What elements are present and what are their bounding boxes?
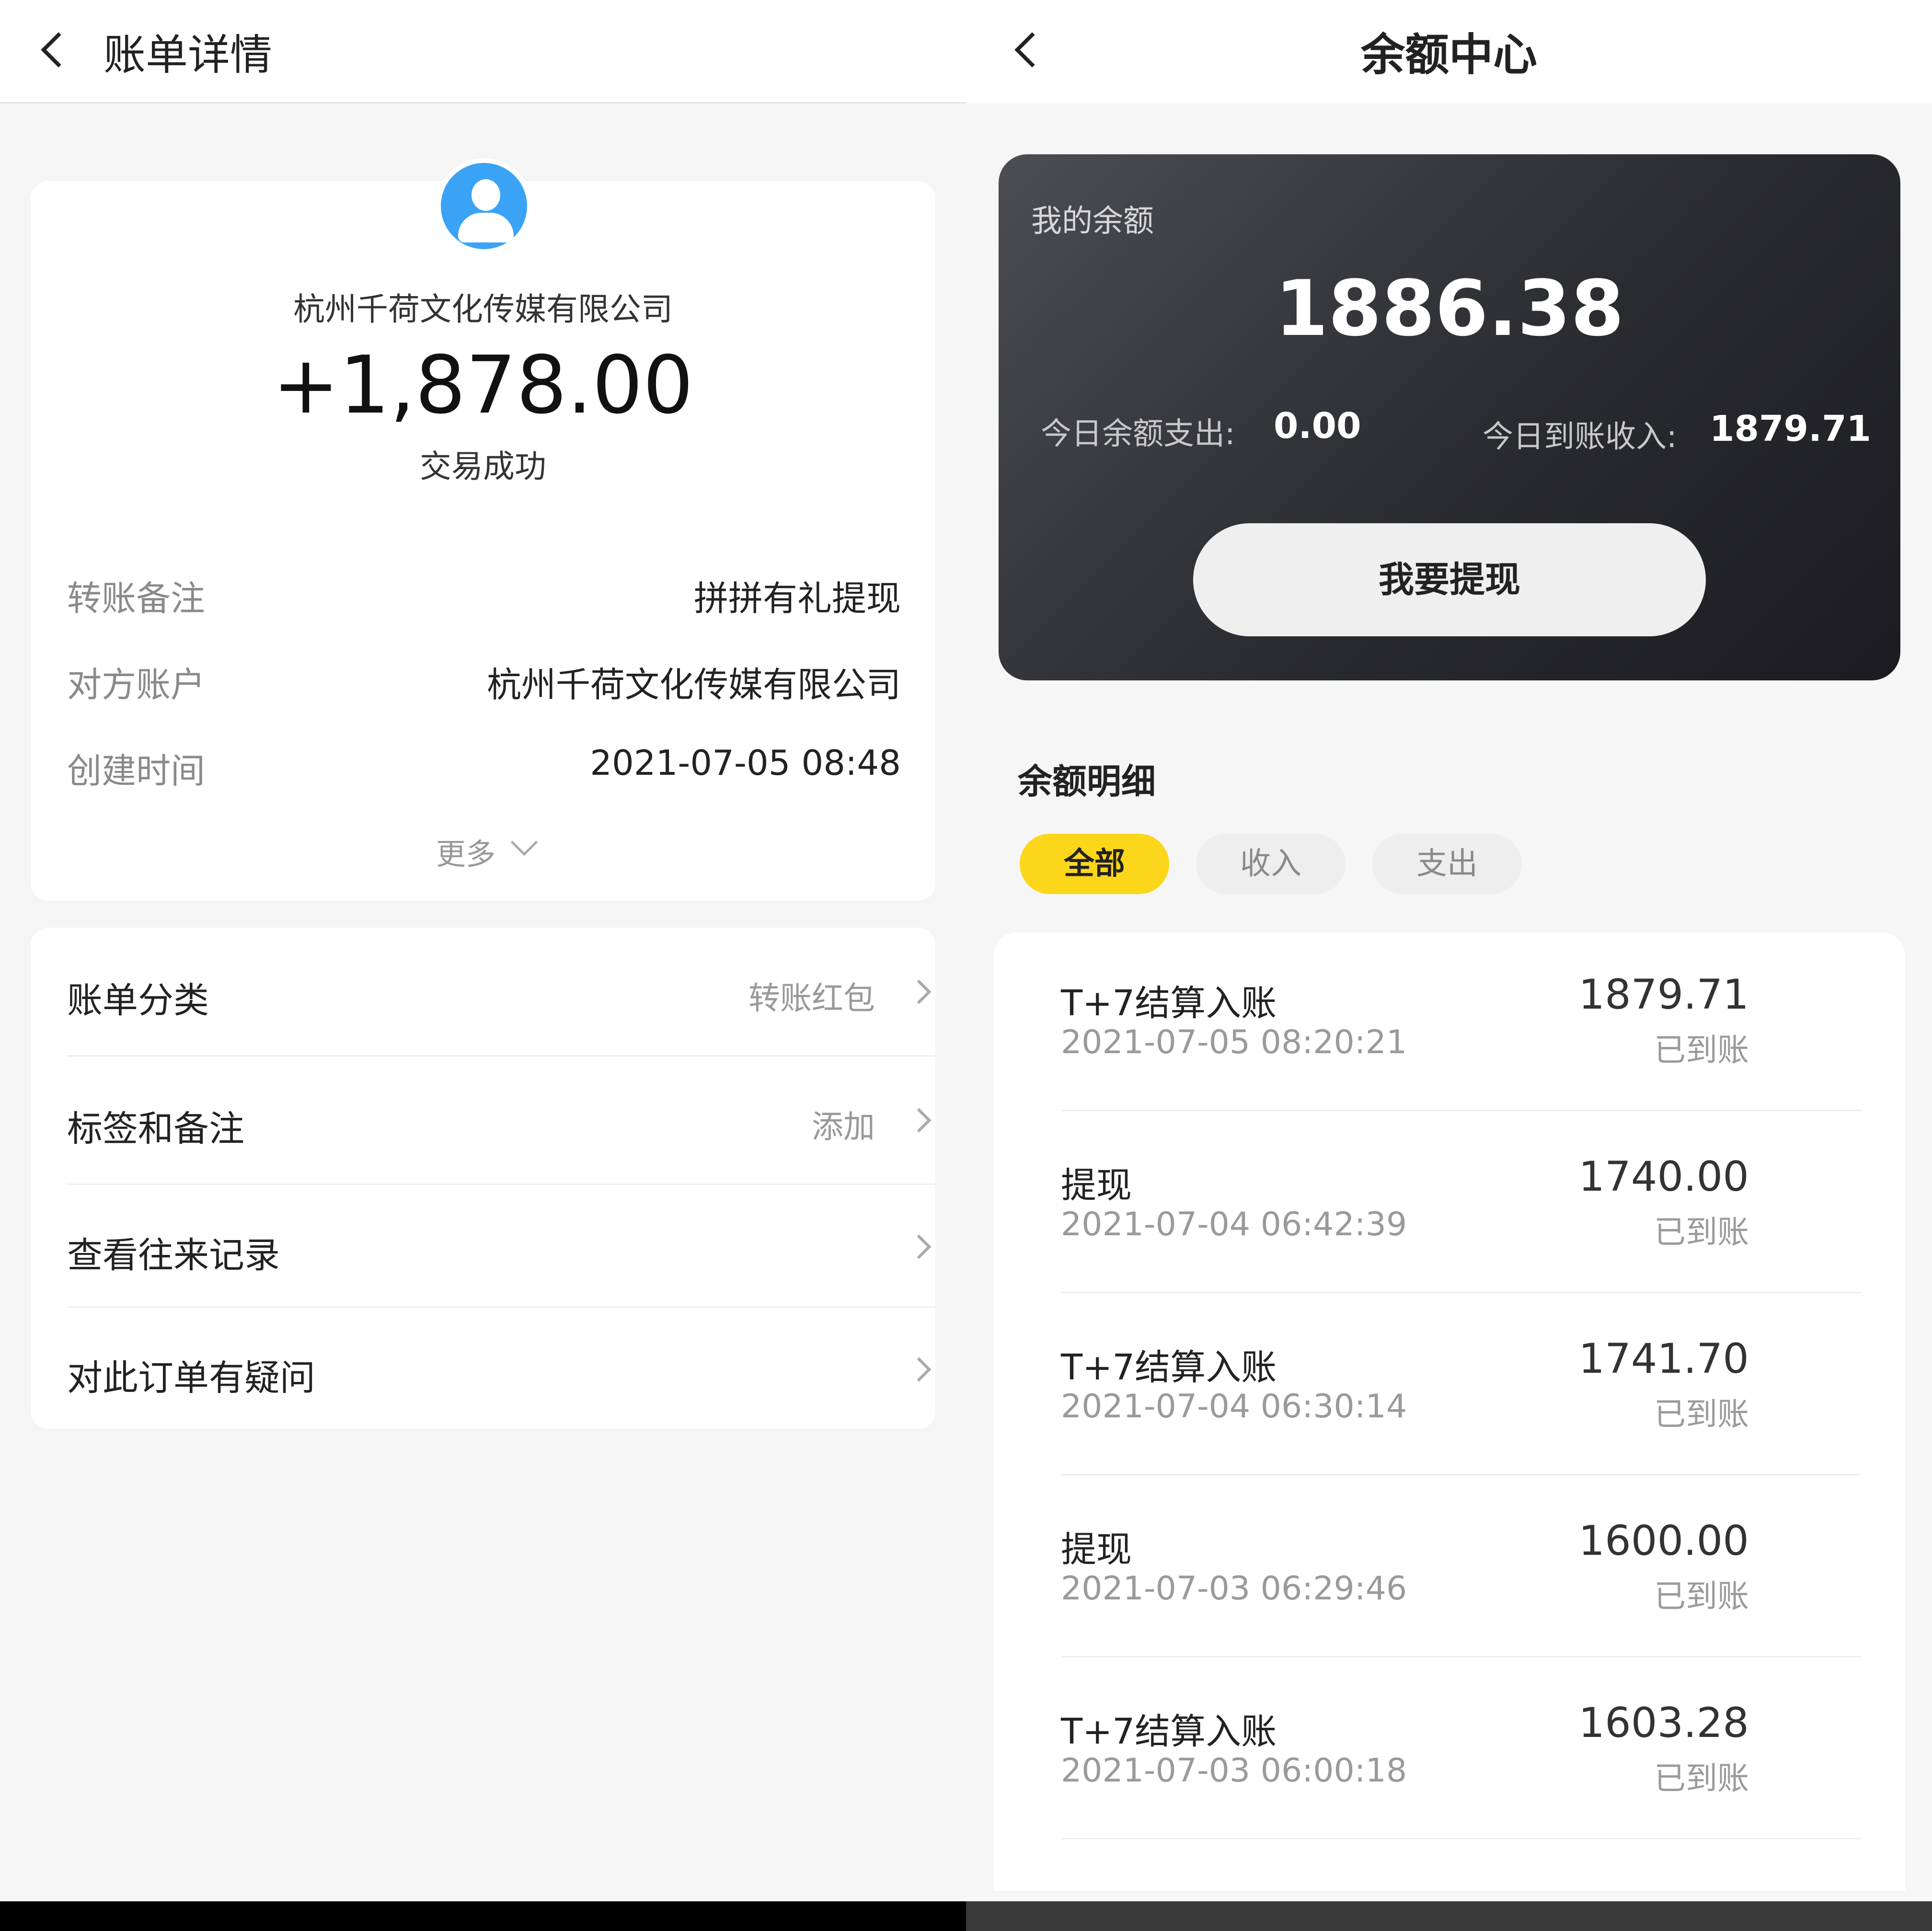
- top-bar: 余额中心: [966, 0, 1932, 103]
- transaction-time: 2021-07-04 06:30:14: [1061, 1388, 1407, 1425]
- balance-card: 我的余额 1886.38 今日余额支出: 0.00 今日到账收入: 1879.7…: [999, 154, 1900, 680]
- tab-expense[interactable]: 支出: [1372, 834, 1522, 894]
- payer-name: 杭州千荷文化传媒有限公司: [293, 291, 673, 328]
- bill-detail-screen: 账单详情 杭州千荷文化传媒有限公司 +1,878.00 交易成功 转账备注 拼拼…: [0, 0, 966, 1931]
- transaction-amount: 1600.00: [1578, 1517, 1749, 1565]
- transaction-time: 2021-07-04 06:42:39: [1061, 1206, 1407, 1243]
- balance-amount: 1886.38: [1275, 264, 1624, 353]
- menu-item-tags[interactable]: 标签和备注: [67, 1100, 244, 1151]
- transaction-time: 2021-07-05 08:20:21: [1061, 1023, 1407, 1061]
- back-arrow-icon[interactable]: [41, 32, 76, 68]
- menu-item-history[interactable]: 查看往来记录: [67, 1227, 280, 1278]
- top-bar: 账单详情: [0, 0, 966, 103]
- transaction-list: T+7结算入账 2021-07-05 08:20:21 1879.71 已到账 …: [994, 932, 1905, 1891]
- transaction-status: 已到账: [1654, 1032, 1749, 1069]
- transaction-amount: +1,878.00: [272, 339, 694, 432]
- today-income-label: 今日到账收入:: [1483, 419, 1677, 455]
- transaction-status: 已到账: [1654, 1396, 1749, 1433]
- transaction-title: T+7结算入账: [1061, 983, 1277, 1024]
- transaction-status: 交易成功: [420, 448, 546, 485]
- transaction-title: T+7结算入账: [1061, 1347, 1277, 1388]
- detail-value-created: 2021-07-05 08:48: [590, 743, 901, 783]
- page-title: 余额中心: [1360, 29, 1537, 80]
- transaction-amount: 1741.70: [1578, 1335, 1749, 1383]
- divider: [1061, 1474, 1861, 1475]
- detail-label-remark: 转账备注: [67, 578, 206, 619]
- divider: [1061, 1838, 1861, 1839]
- divider: [1061, 1292, 1861, 1293]
- page-title: 账单详情: [104, 30, 273, 80]
- transaction-amount: 1879.71: [1578, 971, 1749, 1019]
- avatar-icon: [436, 158, 532, 254]
- transaction-status: 已到账: [1654, 1214, 1749, 1251]
- menu-value-tags[interactable]: 添加: [812, 1101, 875, 1147]
- transaction-time: 2021-07-03 06:00:18: [1061, 1752, 1407, 1790]
- transaction-title: 提现: [1061, 1529, 1132, 1570]
- menu-item-question[interactable]: 对此订单有疑问: [67, 1349, 315, 1401]
- transaction-status: 已到账: [1654, 1578, 1749, 1615]
- divider: [67, 1055, 935, 1057]
- withdraw-button[interactable]: 我要提现: [1193, 523, 1706, 636]
- transaction-amount: 1740.00: [1578, 1153, 1749, 1201]
- divider: [67, 1184, 935, 1185]
- transaction-title: T+7结算入账: [1061, 1711, 1277, 1752]
- divider: [67, 1306, 935, 1308]
- section-title: 余额明细: [1018, 761, 1156, 802]
- detail-value-account: 杭州千荷文化传媒有限公司: [486, 665, 901, 705]
- transaction-amount: 1603.28: [1578, 1699, 1749, 1747]
- menu-value-category[interactable]: 转账红包: [748, 973, 875, 1019]
- divider: [1061, 1110, 1861, 1111]
- divider: [1061, 1656, 1861, 1657]
- detail-value-remark: 拼拼有礼提现: [693, 578, 901, 619]
- transaction-time: 2021-07-03 06:29:46: [1061, 1570, 1407, 1608]
- today-expense-value: 0.00: [1274, 405, 1361, 447]
- balance-center-screen: 余额中心 我的余额 1886.38 今日余额支出: 0.00 今日到账收入: 1…: [966, 0, 1932, 1931]
- today-income-value: 1879.71: [1710, 408, 1872, 449]
- transaction-status: 已到账: [1654, 1760, 1749, 1797]
- detail-label-account: 对方账户: [67, 665, 206, 705]
- balance-label: 我的余额: [1031, 204, 1154, 239]
- tab-income[interactable]: 收入: [1196, 834, 1346, 894]
- navigation-bar: [0, 1901, 966, 1931]
- navigation-bar: [966, 1901, 1932, 1931]
- menu-item-category[interactable]: 账单分类: [67, 972, 209, 1023]
- today-expense-label: 今日余额支出:: [1041, 416, 1235, 452]
- detail-label-created: 创建时间: [67, 751, 206, 791]
- more-toggle[interactable]: 更多: [436, 830, 495, 873]
- tab-all[interactable]: 全部: [1020, 834, 1169, 894]
- transaction-title: 提现: [1061, 1165, 1132, 1206]
